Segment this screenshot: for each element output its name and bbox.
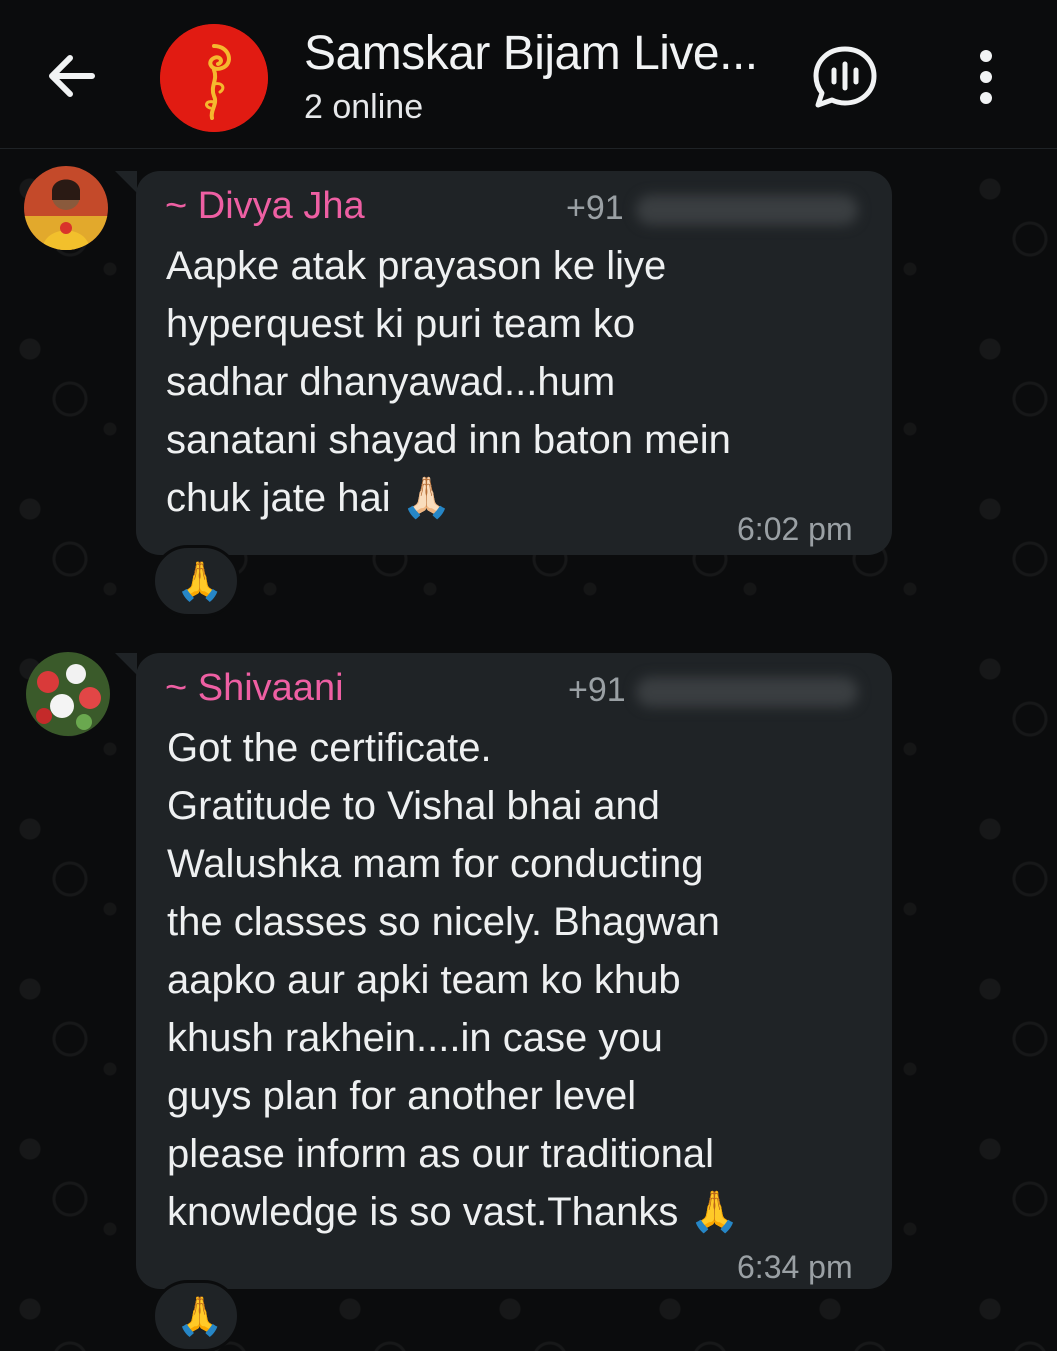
sender-name[interactable]: ~ Divya Jha: [165, 185, 365, 228]
chat-header: Samskar Bijam Live... 2 online: [0, 0, 1057, 149]
chat-title[interactable]: Samskar Bijam Live...: [304, 26, 758, 81]
sender-avatar[interactable]: [26, 652, 110, 736]
person-avatar-icon: [24, 166, 108, 250]
arrow-left-icon: [49, 55, 95, 97]
voice-chat-icon: [813, 46, 877, 108]
message-text: Aapke atak prayason ke liye hyperquest k…: [166, 244, 731, 520]
reaction-emoji: 🙏: [176, 1296, 224, 1338]
message-text: Got the certificate. Gratitude to Vishal…: [167, 726, 740, 1234]
online-status: 2 online: [304, 88, 424, 126]
flowers-avatar-icon: [26, 652, 110, 736]
reaction-badge[interactable]: 🙏: [152, 1280, 240, 1351]
message-bubble[interactable]: ~ Divya Jha +91 Aapke atak prayason ke l…: [136, 171, 892, 555]
sender-name[interactable]: ~ Shivaani: [165, 667, 344, 710]
chat-area[interactable]: ~ Divya Jha +91 Aapke atak prayason ke l…: [0, 149, 1057, 1351]
message-bubble[interactable]: ~ Shivaani +91 Got the certificate. Grat…: [136, 653, 892, 1289]
redacted-phone: [636, 677, 858, 707]
sender-phone: +91: [568, 671, 626, 709]
sender-phone: +91: [566, 189, 624, 227]
message-time: 6:02 pm: [737, 511, 853, 547]
back-button[interactable]: [40, 44, 104, 108]
reaction-emoji: 🙏: [176, 561, 224, 603]
sender-avatar[interactable]: [24, 166, 108, 250]
more-vert-icon: [980, 50, 992, 104]
redacted-phone: [636, 195, 858, 225]
reaction-badge[interactable]: 🙏: [152, 545, 240, 617]
menu-button[interactable]: [966, 48, 1006, 106]
voice-chat-button[interactable]: [810, 44, 880, 110]
group-avatar[interactable]: [160, 24, 268, 132]
message-time: 6:34 pm: [737, 1249, 853, 1285]
bubble-tail: [115, 171, 137, 193]
bubble-tail: [115, 653, 137, 675]
swirl-logo-icon: [160, 24, 268, 132]
